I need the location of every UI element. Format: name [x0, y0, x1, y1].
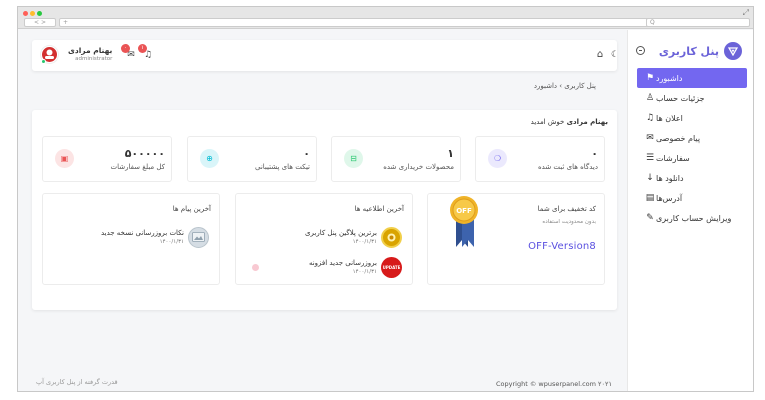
stat-label: تیکت های پشتیبانی [255, 163, 310, 171]
list-icon: ☰ [645, 153, 655, 163]
brand[interactable]: پنل کاربری [659, 42, 742, 60]
user-role: administrator [75, 56, 113, 62]
award-badge-icon [381, 226, 402, 248]
discount-code[interactable]: OFF-Version8 [528, 241, 596, 252]
list-item[interactable]: UPDATE بروزرسانی جدید افزونه ۱۴۰۰/۱/۳۱ [309, 256, 402, 278]
announcement-title: برترین پلاگین پنل کاربری [305, 229, 377, 237]
basket-icon: ⊟ [344, 149, 363, 168]
address-card-icon: ▤ [645, 193, 655, 203]
sidebar-item-label: پیام خصوصی [656, 133, 701, 143]
sidebar-item-label: دانلود ها [656, 173, 684, 183]
announcement-date: ۱۴۰۰/۱/۳۱ [352, 239, 377, 245]
stat-value: ۰ [591, 147, 598, 160]
notification-badge: ۱ [138, 44, 147, 53]
sidebar-item-3[interactable]: ✉ پیام خصوصی [637, 128, 747, 148]
messages-card: آخرین پیام ها نکات بروزرسانی نسخه جدید ۱… [42, 193, 220, 285]
discount-card: OFF کد تخفیف برای شما بدون محدودیت استفا… [427, 193, 605, 285]
announcement-title: بروزرسانی جدید افزونه [308, 259, 377, 267]
footer-copyright: Copyright © wpuserpanel.com ۲۰۲۱ [496, 380, 613, 388]
decorative-dot [252, 264, 259, 271]
sidebar-item-label: اعلان ها [656, 113, 683, 123]
top-navbar: بهنام مرادی administrator ✉ ۰ ♫ ۱ ⌂ ☾ [32, 40, 619, 71]
theme-toggle-icon[interactable]: ☾ [609, 49, 621, 61]
stat-label: کل مبلغ سفارشات [110, 163, 166, 171]
welcome-name: بهنام مرادی [566, 118, 608, 126]
sidebar-item-0[interactable]: ⚑ داشبورد [637, 68, 747, 88]
stat-value: ۵۰۰۰۰۰ [124, 147, 165, 160]
stat-label: محصولات خریداری شده [383, 163, 454, 171]
update-badge-text: UPDATE [382, 264, 401, 270]
message-title: نکات بروزرسانی نسخه جدید [100, 229, 184, 237]
mail-badge: ۰ [121, 44, 130, 53]
comments-icon: ❍ [488, 149, 507, 168]
flag-icon: ⚑ [645, 73, 655, 83]
announcements-card: آخرین اطلاعیه ها برترین پلاگین پنل کاربر… [235, 193, 413, 285]
user-info[interactable]: بهنام مرادی administrator [68, 46, 112, 62]
discount-subtitle: بدون محدودیت استفاده [542, 219, 596, 225]
maximize-window-dot[interactable] [37, 11, 42, 16]
back-forward-buttons[interactable]: < > [24, 18, 56, 27]
main-content: بهنام مرادی administrator ✉ ۰ ♫ ۱ ⌂ ☾ پن… [18, 30, 629, 391]
stat-card[interactable]: ۰ تیکت های پشتیبانی ⊕ [187, 136, 317, 182]
stat-value: ۱ [447, 147, 454, 160]
list-item[interactable]: برترین پلاگین پنل کاربری ۱۴۰۰/۱/۳۱ [305, 226, 402, 248]
stat-card[interactable]: ۵۰۰۰۰۰ کل مبلغ سفارشات ▣ [42, 136, 172, 182]
breadcrumb[interactable]: پنل کاربری › داشبورد [534, 82, 596, 90]
list-item[interactable]: نکات بروزرسانی نسخه جدید ۱۴۰۰/۱/۳۱ [101, 226, 209, 248]
sidebar-item-6[interactable]: ▤ آدرس‌ها [637, 188, 747, 208]
sidebar-item-2[interactable]: ♫ اعلان ها [637, 108, 747, 128]
online-status-dot [41, 59, 46, 64]
stat-card[interactable]: ۱ محصولات خریداری شده ⊟ [331, 136, 461, 182]
browser-toolbar: ⤢ < > + Q [18, 7, 753, 29]
sidebar-item-7[interactable]: ✎ ویرایش حساب کاربری [637, 208, 747, 228]
expand-icon[interactable]: ⤢ [743, 8, 749, 18]
sidebar-item-4[interactable]: ☰ سفارشات [637, 148, 747, 168]
collapse-sidebar-icon[interactable] [636, 46, 645, 55]
mail-icon[interactable]: ✉ ۰ [121, 44, 137, 61]
money-icon: ▣ [55, 149, 74, 168]
message-image-icon [188, 226, 209, 248]
mail-icon: ✉ [646, 133, 654, 143]
brand-logo-icon [724, 42, 742, 60]
browser-search-field[interactable]: Q [646, 18, 750, 27]
stat-label: دیدگاه های ثبت شده [538, 163, 598, 171]
user-icon: ♙ [645, 93, 655, 103]
footer-powered-by[interactable]: قدرت گرفته از پنل کاربری آپ [36, 378, 118, 386]
close-window-dot[interactable] [23, 11, 28, 16]
edit-icon: ✎ [646, 213, 654, 223]
bell-icon[interactable]: ♫ ۱ [138, 44, 154, 61]
home-icon[interactable]: ⌂ [594, 49, 606, 61]
welcome-message: بهنام مرادی خوش امدید [531, 118, 608, 126]
off-ribbon-icon: OFF [450, 196, 478, 247]
messages-title: آخرین پیام ها [172, 205, 211, 213]
stat-card[interactable]: ۰ دیدگاه های ثبت شده ❍ [475, 136, 605, 182]
browser-window: ⤢ < > + Q پنل کاربری ⚑ داشبورد ♙ جزئیات حسا… [17, 6, 754, 392]
sidebar-item-label: آدرس‌ها [656, 193, 683, 203]
stat-value: ۰ [303, 147, 310, 160]
announcement-date: ۱۴۰۰/۱/۳۱ [352, 269, 377, 275]
discount-title: کد تخفیف برای شما [537, 205, 596, 213]
dashboard-panel: بهنام مرادی خوش امدید ۰ دیدگاه های ثبت شد… [32, 110, 617, 310]
sidebar: پنل کاربری ⚑ داشبورد ♙ جزئیات حساب ♫ اعلان ها… [627, 30, 753, 391]
sidebar-item-label: جزئیات حساب [656, 93, 705, 103]
sidebar-item-label: سفارشات [656, 153, 690, 163]
address-bar[interactable]: + [59, 18, 657, 27]
download-icon: ↓ [646, 173, 654, 183]
support-icon: ⊕ [200, 149, 219, 168]
bell-icon: ♫ [645, 113, 655, 123]
announcements-title: آخرین اطلاعیه ها [354, 205, 404, 213]
minimize-window-dot[interactable] [30, 11, 35, 16]
user-name: بهنام مرادی [68, 46, 113, 55]
sidebar-item-label: داشبورد [656, 73, 683, 83]
sidebar-menu: ⚑ داشبورد ♙ جزئیات حساب ♫ اعلان ها ✉ پیام خصوصی… [637, 68, 747, 228]
ribbon-text: OFF [456, 207, 472, 215]
sidebar-item-label: ویرایش حساب کاربری [656, 213, 732, 223]
brand-name: پنل کاربری [658, 44, 719, 58]
sidebar-item-5[interactable]: ↓ دانلود ها [637, 168, 747, 188]
update-badge-icon: UPDATE [381, 256, 402, 278]
sidebar-item-1[interactable]: ♙ جزئیات حساب [637, 88, 747, 108]
message-date: ۱۴۰۰/۱/۳۱ [159, 239, 184, 245]
welcome-text: خوش امدید [530, 118, 565, 126]
